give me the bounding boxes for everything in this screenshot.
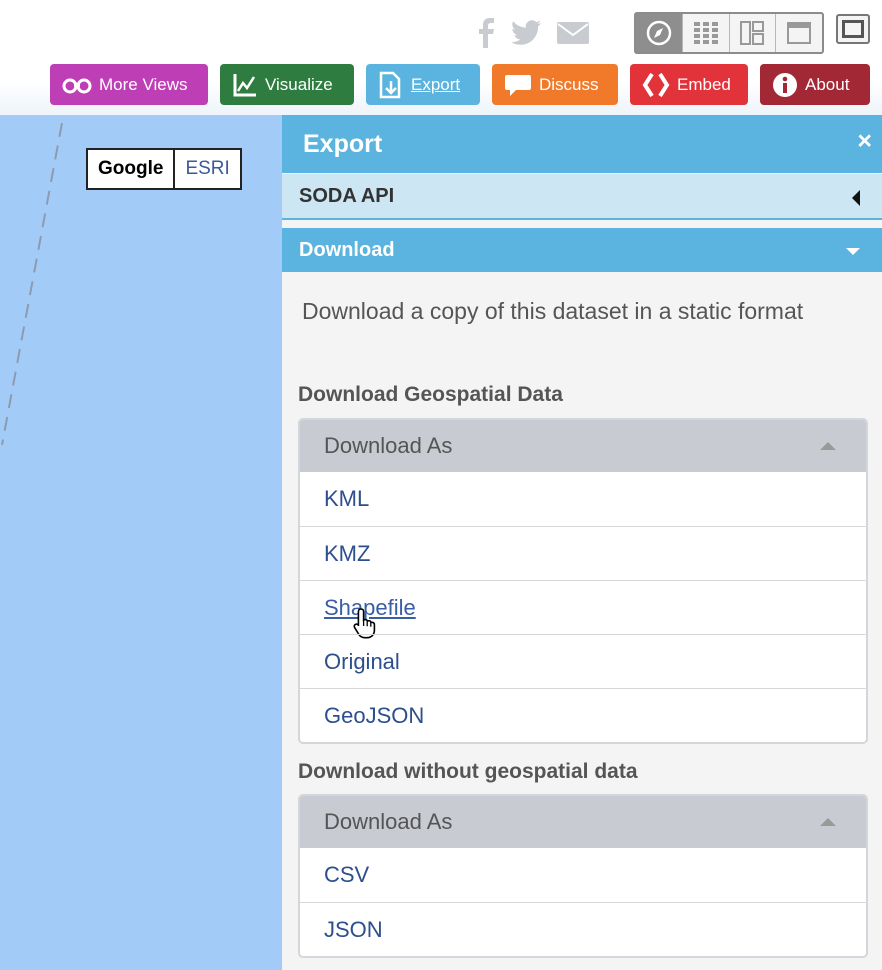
- about-button[interactable]: About: [760, 64, 870, 105]
- view-grid-mode[interactable]: [683, 14, 730, 52]
- embed-button[interactable]: Embed: [630, 64, 748, 105]
- embed-label: Embed: [677, 74, 731, 94]
- chevron-up-icon: [820, 442, 836, 450]
- export-button[interactable]: Export: [366, 64, 480, 105]
- basemap-esri-option[interactable]: ESRI: [175, 150, 239, 188]
- about-label: About: [805, 74, 850, 94]
- visualize-button[interactable]: Visualize: [220, 64, 354, 105]
- basemap-toggle: Google ESRI: [86, 148, 242, 190]
- nongeo-download-dropdown: Download As CSV JSON: [298, 794, 868, 958]
- speech-bubble-icon: [505, 74, 531, 96]
- chevron-left-icon: [852, 190, 860, 206]
- download-section-header[interactable]: Download: [282, 228, 882, 272]
- option-label: GeoJSON: [324, 702, 425, 728]
- download-option-geojson[interactable]: GeoJSON: [300, 688, 866, 742]
- more-views-button[interactable]: More Views: [50, 64, 208, 105]
- dropdown-label: Download As: [324, 809, 453, 834]
- code-braces-icon: [642, 72, 670, 97]
- export-panel-header: Export ×: [282, 115, 882, 173]
- info-icon: [773, 72, 797, 97]
- facebook-icon[interactable]: [476, 18, 496, 53]
- chart-icon: [233, 73, 256, 96]
- download-label: Download: [299, 238, 395, 261]
- top-toolbar: More Views Visualize Export Discuss Embe…: [0, 0, 882, 115]
- export-panel-title: Export: [303, 129, 383, 158]
- download-option-kmz[interactable]: KMZ: [300, 526, 866, 580]
- soda-api-label: SODA API: [299, 184, 395, 207]
- close-icon[interactable]: ×: [857, 127, 872, 156]
- option-label: JSON: [324, 916, 383, 942]
- option-label: KMZ: [324, 540, 371, 566]
- action-bar: More Views Visualize Export Discuss Embe…: [50, 64, 870, 105]
- export-icon: [379, 71, 401, 98]
- option-label: KML: [324, 486, 370, 511]
- map-road-line: [1, 122, 63, 446]
- geospatial-dropdown-header[interactable]: Download As: [300, 420, 866, 472]
- download-option-json[interactable]: JSON: [300, 902, 866, 956]
- download-option-original[interactable]: Original: [300, 634, 866, 688]
- discuss-button[interactable]: Discuss: [492, 64, 618, 105]
- geospatial-download-dropdown: Download As KML KMZ Shapefile Original G…: [298, 418, 868, 744]
- download-option-shapefile[interactable]: Shapefile: [300, 580, 866, 639]
- view-split-mode[interactable]: [730, 14, 777, 52]
- chevron-down-icon: [846, 248, 860, 255]
- download-option-csv[interactable]: CSV: [300, 848, 866, 902]
- discuss-label: Discuss: [539, 74, 599, 94]
- chevron-up-icon: [820, 818, 836, 826]
- soda-api-section-header[interactable]: SODA API: [282, 174, 882, 220]
- more-views-label: More Views: [99, 74, 188, 94]
- option-label: CSV: [324, 862, 370, 887]
- grid-icon: [693, 22, 718, 44]
- geospatial-section-title: Download Geospatial Data: [298, 383, 563, 406]
- fullscreen-button[interactable]: [836, 14, 870, 44]
- view-map-mode[interactable]: [636, 14, 683, 52]
- twitter-icon[interactable]: [510, 19, 542, 52]
- dropdown-label: Download As: [324, 433, 453, 458]
- view-page-mode[interactable]: [776, 14, 822, 52]
- email-icon[interactable]: [556, 21, 590, 50]
- download-option-kml[interactable]: KML: [300, 472, 866, 526]
- nongeo-section-title: Download without geospatial data: [298, 760, 638, 783]
- fullscreen-icon: [842, 20, 864, 38]
- nongeo-dropdown-header[interactable]: Download As: [300, 796, 866, 848]
- export-label: Export: [411, 74, 461, 94]
- page-icon: [787, 22, 812, 44]
- visualize-label: Visualize: [265, 74, 333, 94]
- layout-icon: [740, 21, 765, 45]
- view-mode-toggle: [634, 12, 824, 54]
- basemap-google-option[interactable]: Google: [88, 150, 176, 188]
- export-panel: Export × SODA API Download Download a co…: [282, 115, 882, 970]
- map-canvas[interactable]: Google ESRI: [0, 115, 282, 970]
- option-label: Original: [324, 648, 400, 674]
- download-description: Download a copy of this dataset in a sta…: [302, 298, 804, 324]
- binoculars-icon: [62, 78, 92, 93]
- compass-icon: [646, 20, 672, 46]
- social-share: [476, 18, 590, 53]
